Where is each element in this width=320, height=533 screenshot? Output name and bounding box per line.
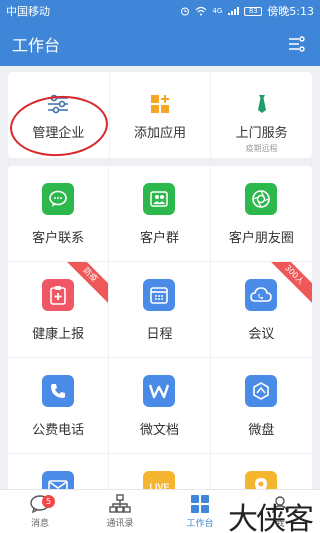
battery-level: 83 — [248, 6, 258, 15]
app-label: 微文档 — [139, 423, 179, 438]
tab-messages[interactable]: 5 消息 — [0, 490, 80, 533]
onsite-service-button[interactable]: 上门服务 疫期远程 — [210, 72, 312, 158]
add-app-label: 添加应用 — [134, 126, 187, 141]
app-customer-contact[interactable]: 客户联系 — [8, 166, 110, 262]
cloud-phone-icon — [245, 279, 278, 311]
grid-plus-icon — [151, 95, 169, 113]
manage-enterprise-button[interactable]: 管理企业 — [8, 72, 109, 158]
status-bar: 中国移动 4G 83 傍晚5:13 — [0, 0, 320, 22]
signal-icon — [228, 7, 240, 15]
app-label: 会议 — [248, 327, 275, 342]
page-title: 工作台 — [12, 36, 61, 55]
add-app-button[interactable]: 添加应用 — [108, 72, 211, 158]
app-customer-moments[interactable]: 客户朋友圈 — [210, 166, 312, 262]
phone-icon — [42, 375, 75, 407]
app-label: 客户群 — [139, 231, 179, 246]
app-label: 客户联系 — [32, 231, 85, 246]
aperture-icon — [245, 183, 278, 215]
watermark-text: 大侠客 — [228, 502, 314, 533]
calendar-icon — [143, 279, 176, 311]
app-grid-card: 客户联系 客户群 客户朋友圈 防疫 健康上报 日程 300人 会议 公费电话 微… — [8, 166, 312, 496]
app-micro-drive[interactable]: 微盘 — [210, 358, 312, 454]
tie-icon — [257, 95, 266, 113]
quick-actions-card: 管理企业 添加应用 上门服务 疫期远程 — [8, 72, 312, 158]
app-customer-group[interactable]: 客户群 — [109, 166, 211, 262]
status-right: 4G 83 傍晚5:13 — [180, 3, 314, 19]
time-label: 傍晚5:13 — [267, 5, 314, 18]
unread-badge: 5 — [42, 495, 55, 508]
app-schedule[interactable]: 日程 — [109, 262, 211, 358]
doc-w-icon — [143, 375, 176, 407]
onsite-service-sub: 疫期远程 — [245, 144, 278, 153]
app-micro-doc[interactable]: 微文档 — [109, 358, 211, 454]
app-label: 日程 — [146, 327, 173, 342]
app-label: 客户朋友圈 — [228, 231, 294, 246]
onsite-service-label: 上门服务 — [235, 126, 288, 141]
settings-list-icon[interactable] — [286, 33, 308, 55]
manage-enterprise-label: 管理企业 — [32, 126, 85, 141]
clipboard-plus-icon — [42, 279, 75, 311]
app-label: 微盘 — [248, 423, 275, 438]
chat-bubble-icon — [42, 183, 75, 215]
alarm-icon — [181, 7, 190, 16]
network-label: 4G — [212, 7, 223, 15]
contacts-icon — [109, 494, 131, 513]
tab-label: 通讯录 — [106, 519, 134, 529]
app-grid: 客户联系 客户群 客户朋友圈 防疫 健康上报 日程 300人 会议 公费电话 微… — [8, 166, 312, 496]
tab-label: 工作台 — [186, 519, 214, 529]
carrier-label: 中国移动 — [6, 5, 50, 18]
cloud-drive-icon — [245, 375, 278, 407]
app-health-report[interactable]: 防疫 健康上报 — [8, 262, 110, 358]
app-label: 健康上报 — [32, 327, 85, 342]
app-meeting[interactable]: 300人 会议 — [210, 262, 312, 358]
wifi-icon — [195, 6, 207, 16]
workbench-icon — [191, 495, 209, 513]
tab-contacts[interactable]: 通讯录 — [80, 490, 160, 533]
battery-icon: 83 — [244, 6, 263, 16]
title-bar: 工作台 — [0, 22, 320, 66]
group-icon — [143, 183, 176, 215]
tab-label: 消息 — [30, 519, 49, 529]
sliders-icon — [48, 94, 69, 114]
app-business-phone[interactable]: 公费电话 — [8, 358, 110, 454]
app-label: 公费电话 — [32, 423, 85, 438]
